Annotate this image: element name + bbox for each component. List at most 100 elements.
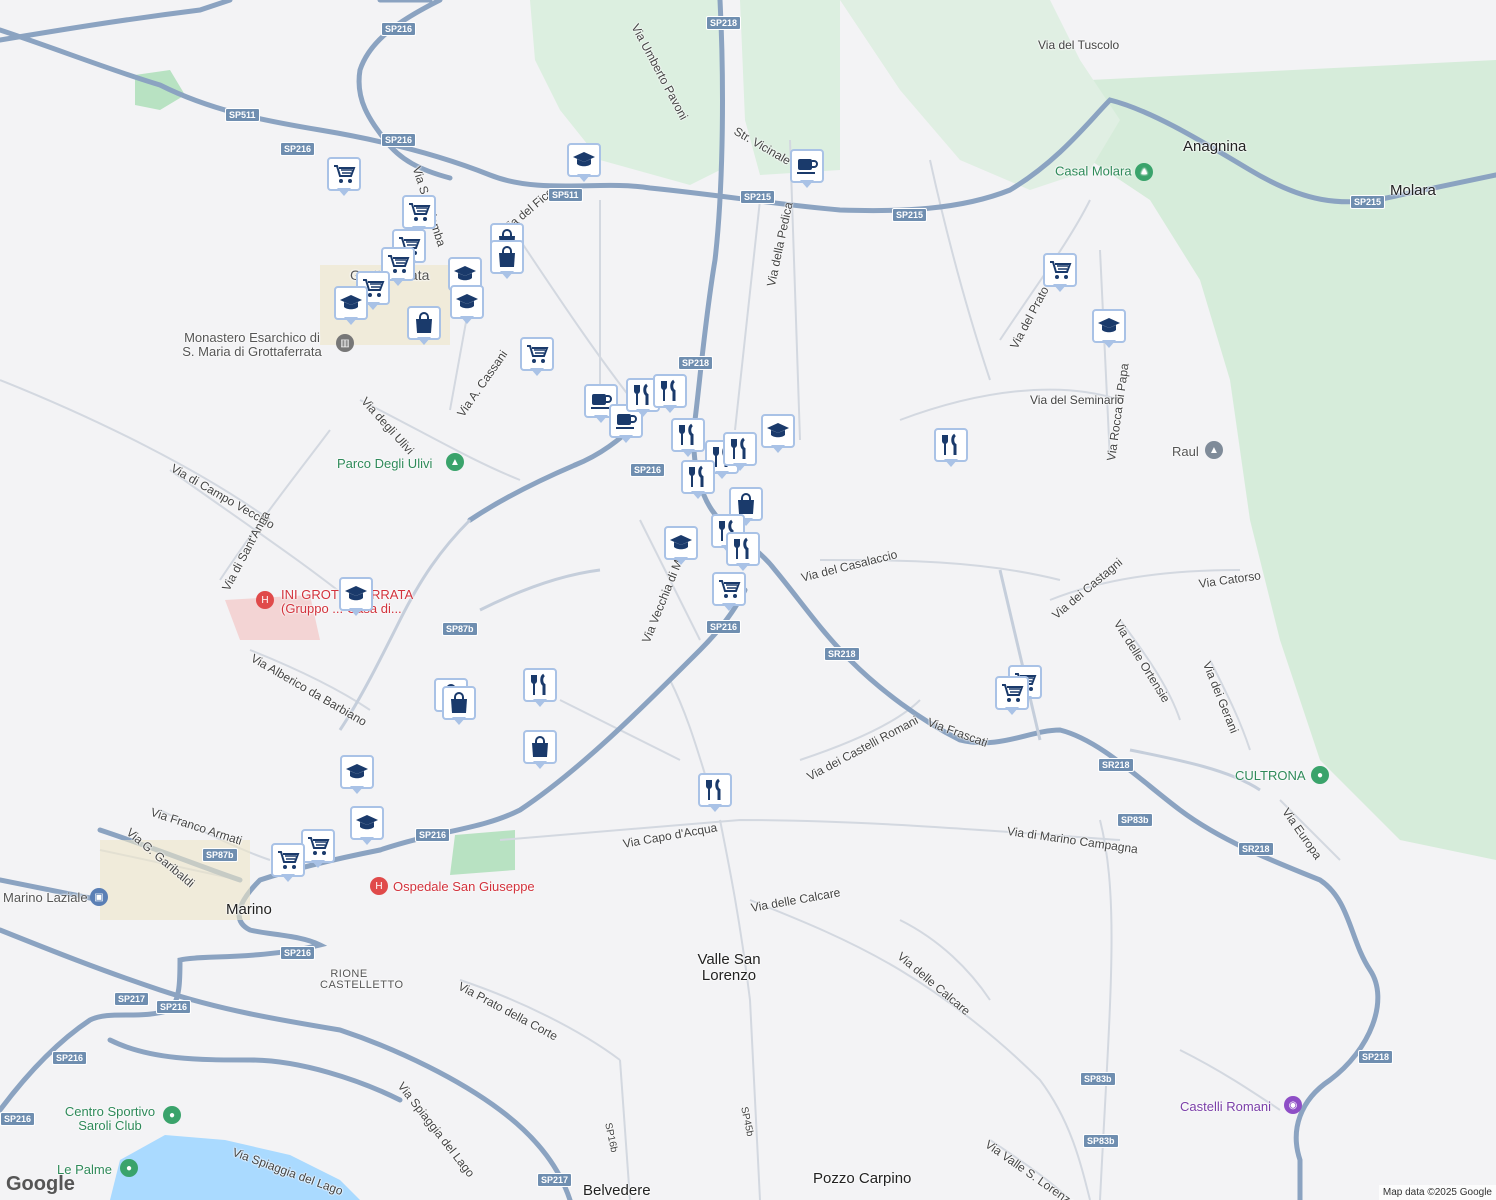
- school-marker[interactable]: [664, 526, 698, 566]
- shopping-marker[interactable]: [523, 730, 557, 770]
- shopping-icon: [442, 686, 476, 720]
- road-shield: SP511: [225, 108, 260, 122]
- road-shield: SP216: [156, 1000, 192, 1014]
- grocery-icon: [327, 157, 361, 191]
- road-shield: SP87b: [442, 622, 478, 636]
- forest-area: [840, 0, 1120, 190]
- road-shield: SP216: [0, 1112, 36, 1126]
- shopping-marker[interactable]: [442, 686, 476, 726]
- school-icon: [339, 577, 373, 611]
- poi-label[interactable]: Ospedale San Giuseppe: [393, 880, 535, 893]
- road-shield: SP87b: [202, 848, 238, 862]
- grocery-marker[interactable]: [301, 829, 335, 869]
- park-area: [135, 70, 185, 110]
- restaurant-marker[interactable]: [698, 773, 732, 813]
- school-marker[interactable]: [350, 806, 384, 846]
- place-icon: ●: [120, 1159, 138, 1177]
- grocery-marker[interactable]: [995, 676, 1029, 716]
- restaurant-icon: [671, 418, 705, 452]
- road-shield: SP216: [706, 620, 742, 634]
- poi-label[interactable]: Castelli Romani: [1180, 1100, 1271, 1113]
- road-shield: SP218: [706, 16, 742, 30]
- town-label: Molara: [1390, 182, 1436, 199]
- road-shield: SP83b: [1117, 813, 1153, 827]
- grocery-marker[interactable]: [271, 843, 305, 883]
- restaurant-marker[interactable]: [934, 428, 968, 468]
- camera-icon: ◉: [1284, 1096, 1302, 1114]
- school-marker[interactable]: [334, 286, 368, 326]
- road-shield: SP217: [114, 992, 150, 1006]
- shopping-icon: [490, 240, 524, 274]
- restaurant-icon: [523, 668, 557, 702]
- school-icon: [340, 755, 374, 789]
- road-shield: SP217: [537, 1173, 573, 1187]
- sport-icon: ●: [163, 1106, 181, 1124]
- google-logo: Google: [6, 1173, 75, 1195]
- grocery-marker[interactable]: [712, 572, 746, 612]
- road-shield: SP218: [1358, 1050, 1394, 1064]
- road-shield: SR218: [1238, 842, 1274, 856]
- road-shield: SP216: [415, 828, 451, 842]
- town-label: Marino: [226, 901, 272, 918]
- grocery-icon: [301, 829, 335, 863]
- school-icon: ▲: [1205, 441, 1223, 459]
- school-marker[interactable]: [761, 414, 795, 454]
- hospital-icon: H: [256, 591, 274, 609]
- restaurant-marker[interactable]: [671, 418, 705, 458]
- shopping-marker[interactable]: [490, 240, 524, 280]
- town-label: Pozzo Carpino: [813, 1170, 912, 1187]
- road-shield: SP216: [630, 463, 666, 477]
- grocery-icon: [402, 195, 436, 229]
- district-label: RIONE CASTELLETTO: [320, 968, 404, 991]
- poi-label[interactable]: Parco Degli Ulivi: [337, 457, 432, 470]
- grocery-marker[interactable]: [520, 337, 554, 377]
- street-label: Via del Seminario: [1030, 393, 1124, 407]
- school-marker[interactable]: [1092, 309, 1126, 349]
- poi-label[interactable]: Monastero Esarchico di S. Maria di Grott…: [182, 331, 322, 359]
- poi-label[interactable]: Raul: [1172, 445, 1199, 458]
- map-attribution[interactable]: Map data ©2025 Google: [1378, 1185, 1496, 1200]
- cafe-marker[interactable]: [790, 149, 824, 189]
- restaurant-marker[interactable]: [681, 460, 715, 500]
- grocery-icon: [995, 676, 1029, 710]
- town-label: Belvedere: [583, 1182, 651, 1199]
- restaurant-icon: [698, 773, 732, 807]
- school-marker[interactable]: [340, 755, 374, 795]
- poi-label[interactable]: Casal Molara ▲: [1055, 163, 1154, 181]
- road-shield: SP215: [740, 190, 776, 204]
- grocery-icon: [520, 337, 554, 371]
- place-icon: ●: [1311, 766, 1329, 784]
- school-icon: [567, 143, 601, 177]
- school-marker[interactable]: [567, 143, 601, 183]
- grocery-marker[interactable]: [1043, 253, 1077, 293]
- shopping-marker[interactable]: [407, 306, 441, 346]
- school-marker[interactable]: [450, 285, 484, 325]
- restaurant-marker[interactable]: [653, 374, 687, 414]
- restaurant-icon: [681, 460, 715, 494]
- restaurant-icon: [653, 374, 687, 408]
- poi-label[interactable]: Centro Sportivo Saroli Club: [60, 1105, 160, 1133]
- restaurant-icon: [726, 532, 760, 566]
- school-icon: [350, 806, 384, 840]
- restaurant-marker[interactable]: [726, 532, 760, 572]
- poi-label[interactable]: Marino Laziale: [3, 891, 88, 904]
- grocery-icon: [1043, 253, 1077, 287]
- forest-area: [530, 0, 720, 185]
- road-shield: SP216: [381, 22, 417, 36]
- park-area: [450, 830, 515, 875]
- road-shield: SP216: [280, 946, 316, 960]
- school-icon: [1092, 309, 1126, 343]
- road-shield: SP216: [52, 1051, 88, 1065]
- restaurant-marker[interactable]: [723, 432, 757, 472]
- grocery-marker[interactable]: [327, 157, 361, 197]
- school-icon: [450, 285, 484, 319]
- school-marker[interactable]: [339, 577, 373, 617]
- shopping-icon: [407, 306, 441, 340]
- road-shield: SP218: [678, 356, 714, 370]
- restaurant-marker[interactable]: [523, 668, 557, 708]
- train-icon: ▣: [90, 888, 108, 906]
- map-canvas[interactable]: Anagnina Molara Marino Valle San Lorenzo…: [0, 0, 1496, 1200]
- poi-label[interactable]: CULTRONA: [1235, 769, 1306, 782]
- town-label: Anagnina: [1183, 138, 1247, 155]
- road-shield: SP83b: [1080, 1072, 1116, 1086]
